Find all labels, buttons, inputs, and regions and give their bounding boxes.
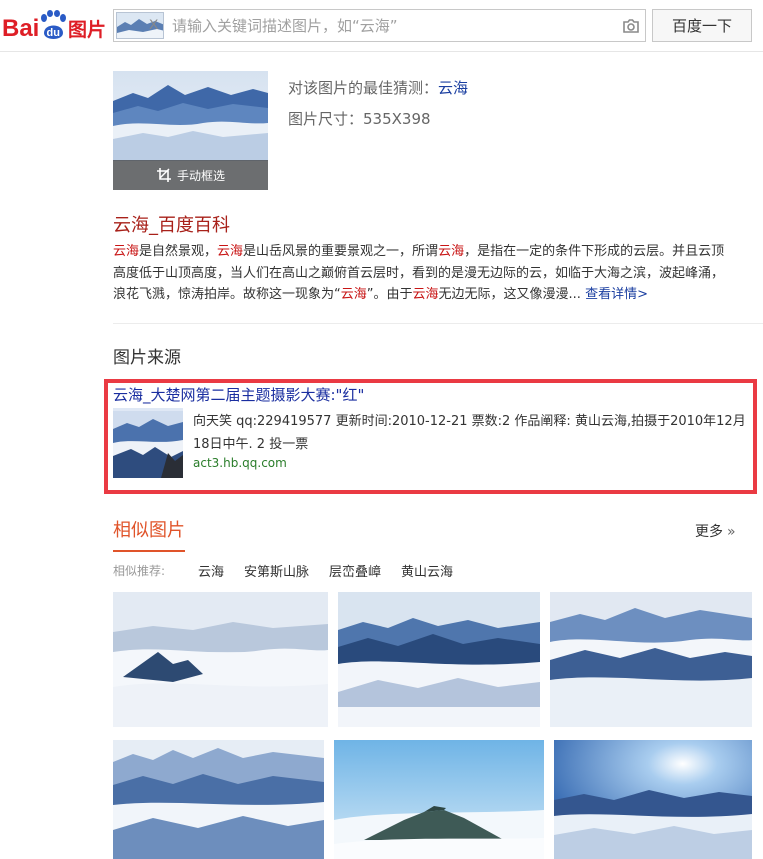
baike-line1-segment: 云海 (113, 244, 140, 259)
search-box[interactable]: X (113, 9, 646, 42)
baidu-image-logo[interactable]: Bai du 图片 (2, 7, 106, 43)
rec-tag-2[interactable]: 安第斯山脉 (244, 561, 309, 580)
svg-text:图片: 图片 (68, 18, 106, 41)
baike-line3-segment: 云海 (412, 287, 439, 302)
baike-line3-segment: 浪花飞溅，惊涛拍岸。故称这一现象为“ (113, 287, 341, 302)
crop-label: 手动框选 (176, 168, 225, 183)
similar-image-4[interactable] (113, 740, 324, 859)
best-guess: 对该图片的最佳猜测：云海 (288, 77, 468, 98)
baike-line3-segment: ”。由于 (366, 287, 413, 302)
camera-icon[interactable] (621, 16, 641, 36)
svg-text:du: du (47, 27, 60, 39)
best-guess-label: 对该图片的最佳猜测： (288, 79, 439, 97)
baike-description: 云海是自然景观，云海是山岳风景的重要景观之一，所谓云海，是指在一定的条件下形成的… (113, 241, 763, 306)
source-description: 向天笑 qq:229419577 更新时间:2010-12-21 票数:2 作品… (193, 410, 763, 456)
similar-image-3[interactable] (550, 592, 752, 727)
similar-image-5[interactable] (334, 740, 544, 859)
section-divider (113, 323, 763, 324)
baike-title-link[interactable]: 云海_百度百科 (113, 211, 230, 237)
rec-tag-3[interactable]: 层峦叠嶂 (329, 561, 381, 580)
baike-line1-segment: 是山岳风景的重要景观之一，所谓 (243, 244, 439, 259)
manual-crop-button[interactable]: 手动框选 (113, 160, 268, 190)
search-button[interactable]: 百度一下 (652, 9, 752, 42)
source-url: act3.hb.qq.com (193, 456, 287, 470)
baike-line1-segment: ，是指在一定的条件下形成的云层。并且云顶 (464, 244, 725, 259)
recommend-label: 相似推荐: (113, 564, 166, 578)
similar-image-6[interactable] (554, 740, 752, 859)
similar-images-tab[interactable]: 相似图片 (113, 516, 185, 552)
best-guess-link[interactable]: 云海 (438, 79, 468, 97)
baike-line-2: 高度低于山顶高度，当人们在高山之巅俯首云层时，看到的是漫无边际的云，如临于大海之… (113, 265, 725, 281)
crop-icon (156, 168, 171, 182)
source-title-link[interactable]: 云海_大楚网第二届主题摄影大赛:"红" (113, 384, 364, 405)
baike-line3-segment: 云海 (340, 287, 367, 302)
similar-image-2[interactable] (338, 592, 540, 727)
source-thumbnail[interactable] (113, 408, 183, 478)
baike-line-3: 浪花飞溅，惊涛拍岸。故称这一现象为“云海”。由于云海无边无际，这又像漫漫... … (113, 284, 763, 306)
source-desc-line-1: 向天笑 qq:229419577 更新时间:2010-12-21 票数:2 作品… (193, 414, 746, 429)
image-size: 图片尺寸：535X398 (288, 110, 431, 128)
similar-image-1[interactable] (113, 592, 328, 727)
view-details-link[interactable]: 查看详情> (585, 287, 648, 302)
top-header: Bai du 图片 X 请输入关键词描述图片，如“云海” 百度一下 (0, 0, 763, 52)
baike-line-1: 云海是自然景观，云海是山岳风景的重要景观之一，所谓云海，是指在一定的条件下形成的… (113, 241, 763, 263)
svg-text:Bai: Bai (2, 15, 39, 42)
image-source-heading: 图片来源 (113, 348, 181, 368)
more-label: 更多 (695, 524, 723, 540)
query-image[interactable]: 手动框选 (113, 71, 268, 190)
rec-tag-1[interactable]: 云海 (198, 561, 224, 580)
search-input[interactable] (172, 13, 612, 38)
more-link[interactable]: 更多» (695, 521, 736, 541)
baike-line1-segment: 云海 (438, 244, 465, 259)
baike-line1-segment: 是自然景观， (139, 244, 218, 259)
source-desc-line-2: 18日中午. 2 投一票 (193, 437, 309, 452)
recommend-tags: 云海 安第斯山脉 层峦叠嶂 黄山云海 (198, 561, 453, 580)
chevron-right-icon: » (727, 524, 736, 540)
baike-line3-segment: 无边无际，这又像漫漫... (438, 287, 586, 302)
baike-line1-segment: 云海 (217, 244, 244, 259)
remove-thumbnail-button[interactable]: X (149, 16, 158, 32)
rec-tag-4[interactable]: 黄山云海 (401, 561, 453, 580)
